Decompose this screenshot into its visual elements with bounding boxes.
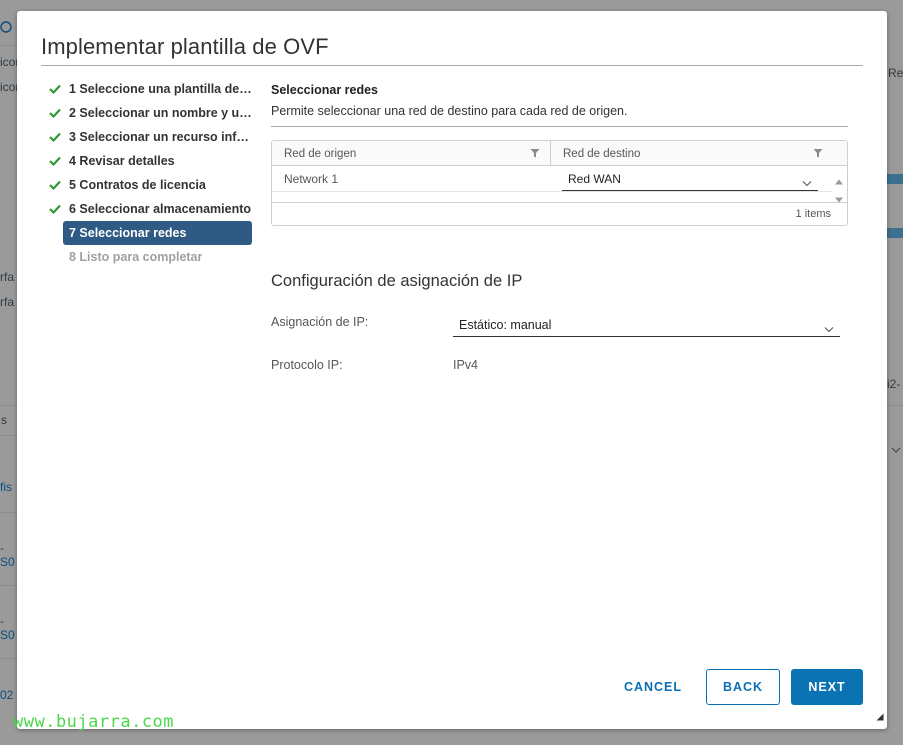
title-divider [41,65,863,66]
wizard-step-3[interactable]: 3 Seleccionar un recurso informático [47,125,253,149]
bg-fragment: -S0 [0,541,15,569]
item-count: 1 items [795,208,831,220]
check-icon [47,81,63,97]
wizard-step-6[interactable]: 6 Seleccionar almacenamiento [47,197,253,221]
bg-bar [887,228,903,238]
deploy-ovf-dialog: Implementar plantilla de OVF 1 Seleccion… [17,11,887,729]
network-mapping-grid: Red de origen Red de destino Network 1 R… [271,140,848,226]
bg-fragment: i2- [887,377,901,391]
section-description: Permite seleccionar una red de destino p… [271,104,628,118]
section-divider [271,126,848,127]
scroll-up-icon[interactable] [835,172,843,190]
step-label: 7 Seleccionar redes [69,226,187,240]
bg-divider [0,45,17,46]
step-label: 5 Contratos de licencia [69,178,206,192]
filter-icon[interactable] [530,148,540,161]
step-label: 4 Revisar detalles [69,154,175,168]
ip-protocol-value: IPv4 [453,358,479,372]
bg-bar [887,174,903,184]
wizard-step-2[interactable]: 2 Seleccionar un nombre y una carpeta [47,101,253,125]
column-header-origin[interactable]: Red de origen [272,141,550,166]
destination-network-select[interactable]: Red WAN [562,168,818,191]
filter-icon[interactable] [813,148,823,161]
ip-assignment-label: Asignación de IP: [271,315,369,329]
chevron-down-icon [802,174,812,192]
destination-network-value: Red WAN [568,172,621,186]
bg-fragment: icor [0,55,17,69]
step-label: 8 Listo para completar [69,250,203,264]
bg-fragment: s [1,413,7,427]
column-label: Red de origen [284,147,357,160]
check-icon [47,129,63,145]
step-label: 6 Seleccionar almacenamiento [69,202,252,216]
next-button[interactable]: NEXT [791,669,863,705]
bg-fragment: Re [888,66,903,80]
chevron-down-icon [824,320,834,338]
bg-fragment: icor [0,80,17,94]
bg-chevron-icon [891,443,901,457]
watermark: www.bujarra.com [13,712,175,732]
grid-footer: 1 items [272,202,847,226]
grid-scrollbar[interactable] [831,166,847,203]
back-button[interactable]: BACK [706,669,780,705]
check-icon [47,201,63,217]
bg-divider [0,435,17,436]
step-label: 3 Seleccionar un recurso informático [69,130,253,144]
column-label: Red de destino [563,147,641,160]
bg-fragment: rfa [0,295,15,309]
step-label: 1 Seleccione una plantilla de OVF [69,82,253,96]
check-icon [47,177,63,193]
bg-fragment: rfa [0,270,15,284]
wizard-step-1[interactable]: 1 Seleccione una plantilla de OVF [47,77,253,101]
check-icon [47,153,63,169]
bg-fragment: -S0 [0,614,15,642]
resize-handle-icon[interactable] [876,708,884,726]
origin-network-cell: Network 1 [284,172,339,186]
ip-allocation-title: Configuración de asignación de IP [271,272,523,290]
bg-fragment: fis [0,480,12,494]
bg-divider [887,405,903,406]
wizard-step-5[interactable]: 5 Contratos de licencia [47,173,253,197]
wizard-step-8: 8 Listo para completar [47,245,253,269]
bg-divider [0,585,17,586]
check-icon [47,105,63,121]
bg-divider [0,512,17,513]
bg-fragment: 02 [0,688,14,702]
cancel-button[interactable]: CANCEL [611,669,695,705]
bg-divider [0,658,17,659]
wizard-step-7[interactable]: 7 Seleccionar redes [63,221,252,245]
bg-divider [0,405,17,406]
wizard-steps: 1 Seleccione una plantilla de OVF 2 Sele… [47,77,253,269]
grid-header: Red de origen Red de destino [272,141,847,166]
ip-assignment-value: Estático: manual [459,318,552,332]
wizard-step-4[interactable]: 4 Revisar detalles [47,149,253,173]
step-label: 2 Seleccionar un nombre y una carpeta [69,106,253,120]
bg-help-icon [0,20,12,37]
ip-protocol-label: Protocolo IP: [271,358,343,372]
ip-assignment-select[interactable]: Estático: manual [453,313,840,337]
dialog-title: Implementar plantilla de OVF [41,34,329,59]
section-title: Seleccionar redes [271,83,379,97]
table-row[interactable]: Network 1 Red WAN [272,166,832,192]
column-header-destination[interactable]: Red de destino [551,141,847,166]
